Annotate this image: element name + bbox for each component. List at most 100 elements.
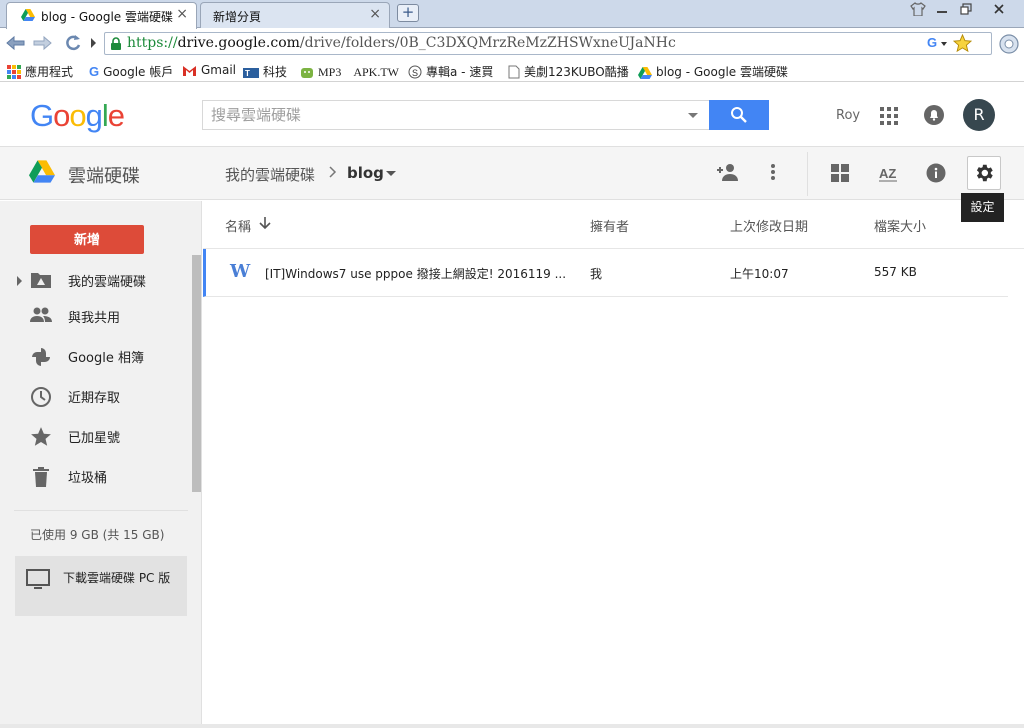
folder-menu-chevron-icon[interactable] [386,171,396,176]
table-row[interactable]: W [IT]Windows7 use pppoe 撥接上網設定! 2016119… [203,249,1008,297]
logo-letter: o [69,98,86,133]
breadcrumb-current-folder[interactable]: blog [347,164,384,182]
star-bookmark-icon[interactable] [953,34,972,53]
sort-az-icon[interactable]: AZ [878,163,898,183]
clock-icon [30,386,52,408]
sidebar-item-starred[interactable]: 已加星號 [28,420,192,452]
svg-text:T: T [245,69,250,78]
search-icon [731,107,747,123]
logo-letter: G [30,98,54,133]
bookmark-tech[interactable]: T 科技 [243,63,287,80]
logo-letter: e [107,98,125,133]
tab-blog[interactable]: blog - Google 雲端硬碟 × [6,2,197,29]
tab-new[interactable]: 新增分頁 × [200,2,390,28]
gmail-icon [182,65,197,77]
grid-view-icon[interactable] [831,164,849,182]
lock-icon [110,37,122,51]
settings-tooltip: 設定 [961,193,1004,222]
reload-icon[interactable] [63,33,83,53]
logo-letter: g [85,98,103,133]
sidebar-item-photos[interactable]: Google 相簿 [28,340,192,372]
status-strip [0,724,1024,728]
tab-label: 新增分頁 [213,10,262,24]
new-tab-button[interactable]: + [397,4,419,22]
tech-icon: T [243,67,259,79]
bookmark-blog-drive[interactable]: blog - Google 雲端硬碟 [638,63,788,80]
storage-usage[interactable]: 已使用 9 GB (共 15 GB) [30,526,164,543]
breadcrumb-my-drive[interactable]: 我的雲端硬碟 [225,164,315,185]
google-g-icon[interactable]: G [927,35,937,50]
close-tab-icon[interactable]: × [176,6,188,22]
expand-caret-icon[interactable] [17,276,22,286]
shared-people-icon [30,306,52,324]
column-name[interactable]: 名稱 [225,216,251,235]
drive-icon [21,9,35,21]
back-icon[interactable] [6,35,26,51]
column-size[interactable]: 檔案大小 [874,216,926,235]
close-tab-icon[interactable]: × [369,6,381,22]
search-box[interactable] [202,100,710,130]
search-button[interactable] [709,100,769,130]
drive-logo-icon[interactable] [29,160,55,183]
address-bar[interactable]: https://drive.google.com/drive/folders/0… [104,32,992,55]
search-input[interactable] [211,105,671,125]
sidebar-divider [14,510,188,511]
restore-icon[interactable] [952,0,980,18]
sidebar-item-shared[interactable]: 與我共用 [28,300,192,332]
file-owner: 我 [590,267,603,281]
new-button[interactable]: 新增 [30,225,144,254]
bookmark-apk[interactable]: MP3 APK.TW [300,63,399,80]
column-modified[interactable]: 上次修改日期 [730,216,808,235]
apk-icon [300,65,314,79]
s-icon: S [408,65,422,79]
extension-icon[interactable] [998,33,1020,55]
bookmark-kubo[interactable]: 美劇123KUBO酷播 [508,63,629,80]
file-modified: 上午10:07 [730,267,789,281]
chevron-right-icon[interactable] [91,38,96,48]
svg-text:AZ: AZ [879,166,896,181]
tab-label: blog - Google 雲端硬碟 [41,10,174,24]
trash-icon [30,466,52,488]
forward-icon[interactable] [32,35,52,51]
share-add-person-icon[interactable] [716,163,738,181]
arrow-down-sort-icon[interactable] [259,216,271,230]
apps-grid-icon[interactable] [880,107,898,125]
sidebar-scrollbar[interactable] [192,255,201,492]
notifications-bell-icon[interactable] [923,104,945,126]
column-owner[interactable]: 擁有者 [590,216,629,235]
star-icon [30,426,52,448]
apps-grid-icon [7,65,21,79]
user-name[interactable]: Roy [836,108,860,123]
toolbar-divider [807,152,808,196]
bookmark-google-account[interactable]: G Google 帳戶 [89,63,173,80]
bookmark-album[interactable]: S 專輯a - 速買 [408,63,493,80]
bookmarks-bar: 應用程式 G Google 帳戶 Gmail T 科技 MP3 APK.TW S 專輯… [0,59,1024,82]
app-title: 雲端硬碟 [68,166,140,187]
sidebar-item-trash[interactable]: 垃圾桶 [28,460,192,492]
chevron-down-icon[interactable] [941,42,947,46]
file-list-header: 名稱 擁有者 上次修改日期 檔案大小 [203,201,1024,249]
more-vert-icon[interactable] [770,163,776,181]
chevron-down-icon[interactable] [688,113,698,118]
sidebar-item-my-drive[interactable]: 我的雲端硬碟 [28,264,192,296]
info-icon[interactable] [926,163,946,183]
download-pc-button[interactable]: 下載雲端硬碟 PC 版 [15,556,187,616]
photos-pinwheel-icon [30,346,52,368]
breadcrumb-chevron-icon [329,166,337,178]
avatar[interactable]: R [963,99,995,131]
close-icon[interactable] [982,0,1016,18]
url-text: https://drive.google.com/drive/folders/0… [127,35,676,51]
word-doc-icon: W [230,261,251,282]
google-g-icon: G [89,64,100,79]
gear-icon [976,164,993,182]
browser-tab-strip: blog - Google 雲端硬碟 × 新增分頁 × + [0,0,1024,29]
my-drive-icon [30,270,52,290]
svg-text:S: S [412,68,418,78]
sidebar-item-recent[interactable]: 近期存取 [28,380,192,412]
file-name[interactable]: [IT]Windows7 use pppoe 撥接上網設定! 2016119 .… [265,265,566,282]
drive-icon [638,67,652,79]
settings-button[interactable] [967,156,1001,190]
bookmark-gmail[interactable]: Gmail [182,63,236,77]
google-logo[interactable]: Google [30,98,125,134]
bookmark-apps[interactable]: 應用程式 [7,63,73,80]
